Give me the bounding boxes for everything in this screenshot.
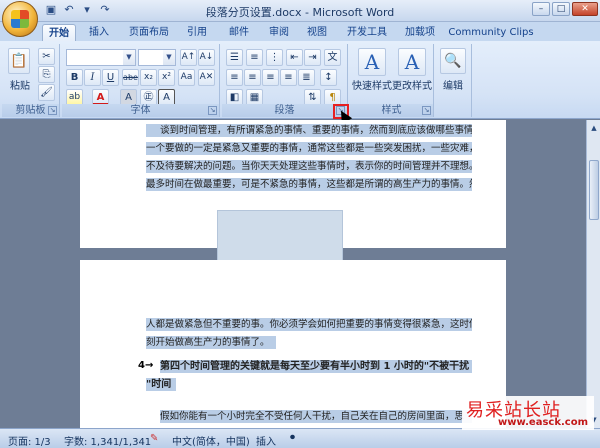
office-button[interactable] [2, 1, 38, 37]
font-launcher-icon[interactable]: ↘ [208, 106, 217, 115]
align-right-icon[interactable]: ≡ [262, 69, 279, 86]
chinese-layout-icon[interactable]: 文 [324, 49, 341, 66]
increase-indent-icon[interactable]: ⇥ [304, 49, 321, 66]
status-bar: 页面: 1/3 字数: 1,341/1,341 ✎ 中文(简体，中国) 插入 ⏺ [0, 428, 600, 448]
tab-community-clips[interactable]: Community Clips [448, 24, 534, 42]
page-2: 人都是做紧急但不重要的事。你必须学会如何把重要的事情变得很紧急，这时你就会立 刻… [80, 260, 506, 428]
document-area: 谈到时间管理，有所谓紧急的事情、重要的事情，然而到底应该做哪些事情?当然第 一个… [0, 120, 586, 428]
doc-line[interactable]: "时间 [146, 378, 176, 391]
window-controls: – □ ✕ [532, 2, 598, 16]
superscript-button[interactable]: x² [158, 69, 175, 86]
chevron-down-icon: ▼ [123, 50, 135, 65]
justify-icon[interactable]: ≡ [280, 69, 297, 86]
site-watermark: 易采站长站 www.easck.com [462, 396, 594, 430]
doc-line[interactable]: 人都是做紧急但不重要的事。你必须学会如何把重要的事情变得很紧急，这时你就会立 [146, 318, 472, 331]
doc-line[interactable]: 最多时间在做最重要，可是不紧急的事情，这些都是所谓的高生产力的事情。然而一般 [146, 178, 472, 191]
doc-line[interactable]: 谈到时间管理，有所谓紧急的事情、重要的事情，然而到底应该做哪些事情?当然第 [146, 124, 472, 137]
bold-button[interactable]: B [66, 69, 83, 86]
styles-group-label: 样式 [350, 104, 433, 117]
ribbon-tabs: 开始 插入 页面布局 引用 邮件 审阅 视图 开发工具 加载项 Communit… [0, 22, 600, 42]
styles-launcher-icon[interactable]: ↘ [422, 106, 431, 115]
doc-line[interactable]: 第四个时间管理的关键就是每天至少要有半小时到 1 小时的"不被干扰 [160, 360, 472, 373]
multilevel-list-icon[interactable]: ⋮ [266, 49, 283, 66]
editing-group: 🔍 编辑 [436, 44, 472, 117]
scroll-up-icon[interactable]: ▲ [588, 122, 600, 134]
line-spacing-icon[interactable]: ↕ [320, 69, 337, 86]
vertical-scrollbar[interactable]: ▲ ▼ [586, 120, 600, 428]
font-size-combo[interactable]: ▼ [138, 49, 176, 66]
italic-button[interactable]: I [84, 69, 101, 86]
change-styles-icon[interactable]: A [398, 48, 426, 76]
doc-line[interactable]: 刻开始做高生产力的事情了。 [146, 336, 276, 349]
window-title: 段落分页设置.docx - Microsoft Word [205, 6, 395, 19]
change-case-button[interactable]: Aa [178, 69, 195, 86]
chevron-down-icon: ▼ [163, 50, 175, 65]
macro-record-icon[interactable]: ⏺ [290, 432, 295, 443]
insert-mode[interactable]: 插入 [256, 433, 276, 448]
numbering-icon[interactable]: ≡ [246, 49, 263, 66]
strikethrough-button[interactable]: abe [122, 69, 139, 86]
tab-insert[interactable]: 插入 [84, 24, 114, 42]
font-group: ▼ ▼ A↑ A↓ B I U abe x₂ x² Aa A✕ ab A A ㊣… [62, 44, 220, 117]
distributed-icon[interactable]: ≣ [298, 69, 315, 86]
paragraph-group: ☰ ≡ ⋮ ⇤ ⇥ 文 ≡ ≡ ≡ ≡ ≣ ↕ ◧ ▦ ⇅ ¶ 段落 ↘ [222, 44, 348, 117]
underline-button[interactable]: U [102, 69, 119, 86]
format-painter-icon[interactable]: 🖌 [38, 84, 55, 101]
align-center-icon[interactable]: ≡ [244, 69, 261, 86]
tab-developer[interactable]: 开发工具 [342, 24, 392, 42]
subscript-button[interactable]: x₂ [140, 69, 157, 86]
tab-addins[interactable]: 加载项 [400, 24, 440, 42]
doc-line[interactable]: 不及待要解决的问题。当你天天处理这些事情时，表示你的时间管理并不理想。成功者花 [146, 160, 472, 173]
office-logo-icon [11, 10, 29, 28]
clear-format-icon[interactable]: A✕ [198, 69, 215, 86]
minimize-button[interactable]: – [532, 2, 550, 16]
tab-references[interactable]: 引用 [182, 24, 212, 42]
tab-view[interactable]: 视图 [302, 24, 332, 42]
cut-icon[interactable]: ✂ [38, 48, 55, 65]
maximize-button[interactable]: □ [552, 2, 570, 16]
align-left-icon[interactable]: ≡ [226, 69, 243, 86]
font-name-combo[interactable]: ▼ [66, 49, 136, 66]
word-count[interactable]: 字数: 1,341/1,341 [64, 433, 151, 448]
tab-home[interactable]: 开始 [42, 24, 76, 42]
quick-styles-label[interactable]: 快速样式 [350, 77, 394, 92]
editing-label[interactable]: 编辑 [438, 77, 468, 92]
page-count[interactable]: 页面: 1/3 [8, 433, 51, 448]
paragraph-group-label: 段落 [222, 104, 347, 117]
clipboard-group: 📋 粘贴 ✂ ⎘ 🖌 剪贴板 ↘ [2, 44, 60, 117]
styles-group: A 快速样式 A 更改样式 样式 ↘ [350, 44, 434, 117]
ribbon: 📋 粘贴 ✂ ⎘ 🖌 剪贴板 ↘ ▼ ▼ A↑ A↓ B I U abe x₂ … [0, 41, 600, 119]
doc-line[interactable]: 假如你能有一个小时完全不受任何人干扰，自己关在自己的房间里面，思 [160, 410, 472, 423]
bullets-icon[interactable]: ☰ [226, 49, 243, 66]
title-bar: ▣ ↶ ▾ ↷ 段落分页设置.docx - Microsoft Word – □… [0, 0, 600, 22]
font-group-label: 字体 [62, 104, 219, 117]
find-icon[interactable]: 🔍 [440, 48, 466, 74]
scroll-thumb[interactable] [589, 160, 599, 220]
close-button[interactable]: ✕ [572, 2, 598, 16]
grow-font-icon[interactable]: A↑ [180, 49, 197, 66]
watermark-url: www.easck.com [498, 417, 588, 428]
quick-styles-icon[interactable]: A [358, 48, 386, 76]
change-styles-label[interactable]: 更改样式 [390, 77, 434, 92]
decrease-indent-icon[interactable]: ⇤ [286, 49, 303, 66]
tab-page-layout[interactable]: 页面布局 [124, 24, 174, 42]
list-number: 4→ [138, 360, 154, 371]
tab-mailings[interactable]: 邮件 [224, 24, 254, 42]
doc-line[interactable]: 一个要做的一定是紧急又重要的事情，通常这些都是一些突发困扰，一些灾难，一些迫 [146, 142, 472, 155]
copy-icon[interactable]: ⎘ [38, 66, 55, 83]
clipboard-launcher-icon[interactable]: ↘ [48, 106, 57, 115]
paste-label[interactable]: 粘贴 [6, 77, 34, 92]
proofing-icon[interactable]: ✎ [150, 433, 162, 445]
tab-review[interactable]: 审阅 [264, 24, 294, 42]
language-indicator[interactable]: 中文(简体，中国) [172, 433, 250, 448]
shrink-font-icon[interactable]: A↓ [198, 49, 215, 66]
paste-icon[interactable]: 📋 [8, 48, 30, 74]
